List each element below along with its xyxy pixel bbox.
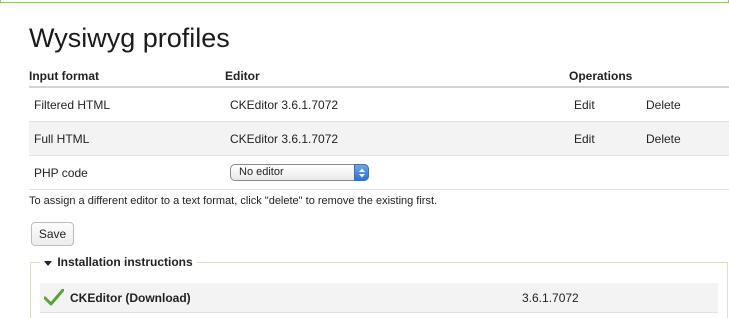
row-format: PHP code [29, 155, 225, 190]
row-editor-select-cell: No editor [225, 155, 569, 190]
row-editor: CKEditor 3.6.1.7072 [225, 121, 569, 156]
header-input-format: Input format [29, 66, 225, 88]
row-editor: CKEditor 3.6.1.7072 [225, 87, 569, 122]
empty-cell [569, 155, 646, 190]
library-version: 3.6.1.7072 [522, 291, 579, 305]
installation-legend-label: Installation instructions [57, 255, 193, 269]
help-text: To assign a different editor to a text f… [29, 195, 438, 207]
table-header-row: Input format Editor Operations [29, 66, 729, 88]
editor-select[interactable]: No editor [230, 164, 369, 181]
delete-link[interactable]: Delete [646, 98, 681, 112]
table-row: PHP code No editor [29, 155, 729, 190]
edit-link[interactable]: Edit [574, 98, 595, 112]
check-icon [43, 288, 65, 311]
edit-link[interactable]: Edit [574, 132, 595, 146]
row-format: Filtered HTML [29, 87, 225, 122]
editor-select-value: No editor [239, 166, 284, 178]
profiles-table: Input format Editor Operations Filtered … [29, 66, 729, 190]
row-format: Full HTML [29, 121, 225, 156]
page: Wysiwyg profiles Input format Editor Ope… [0, 0, 729, 318]
delete-link[interactable]: Delete [646, 132, 681, 146]
header-operations: Operations [569, 66, 729, 88]
top-frame-border [0, 0, 729, 3]
library-name[interactable]: CKEditor (Download) [70, 291, 191, 305]
installation-legend-toggle[interactable]: Installation instructions [40, 254, 197, 271]
empty-cell [646, 155, 729, 190]
collapse-triangle-icon [44, 255, 52, 271]
save-button[interactable]: Save [31, 222, 74, 246]
select-arrows-icon [354, 164, 369, 181]
table-row: Filtered HTML CKEditor 3.6.1.7072 Edit D… [29, 87, 729, 122]
page-title: Wysiwyg profiles [29, 23, 230, 53]
table-row: Full HTML CKEditor 3.6.1.7072 Edit Delet… [29, 121, 729, 156]
library-row: CKEditor (Download) 3.6.1.7072 [40, 283, 718, 313]
header-editor: Editor [225, 66, 569, 88]
